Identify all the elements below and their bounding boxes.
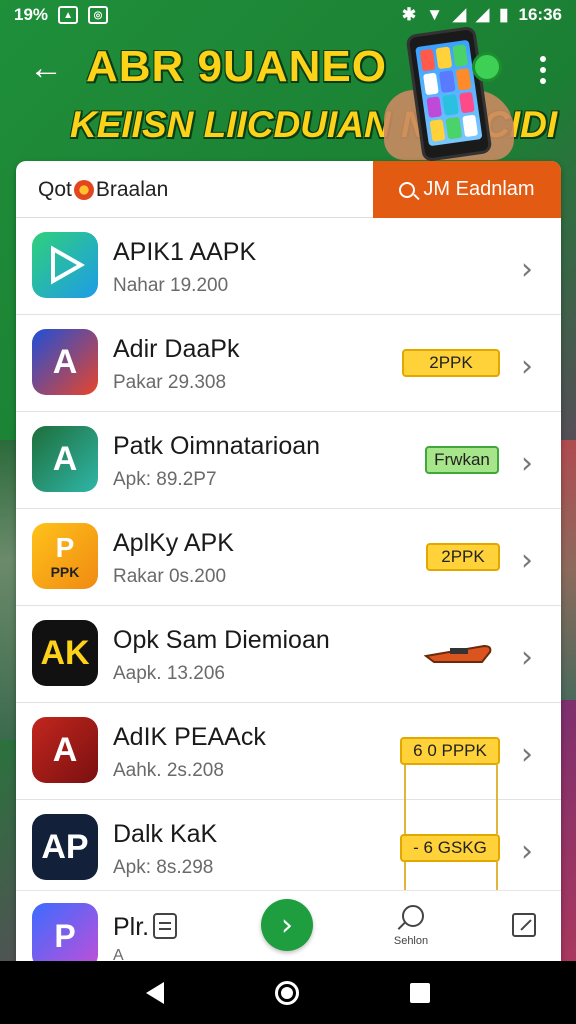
phone-illustration [384, 25, 534, 163]
wifi-icon: ▼ [426, 5, 443, 24]
brand-label: Braalan [95, 177, 169, 201]
status-left: 19% ▲ ◎ [14, 5, 109, 25]
chevron-right-icon: › [521, 543, 533, 578]
letters-ap-icon: AP [32, 814, 98, 880]
edit-icon[interactable] [512, 913, 536, 937]
status-badge: Frwkan [425, 446, 499, 474]
app-meta: Apk: 89.2P7 [113, 469, 217, 490]
connector-line [496, 800, 498, 834]
app-name: Patk Oimnatarioan [113, 432, 321, 460]
page-title: ABR 9UANEO [86, 42, 387, 91]
system-home-icon[interactable] [274, 980, 299, 1005]
battery-icon: ▮ [499, 5, 509, 24]
app-meta: Apk: 8s.298 [113, 857, 214, 878]
app-name: AdIK PEAAck [113, 723, 266, 751]
bottom-nav: P Plr. A › Sehlon [16, 890, 561, 961]
list-item[interactable]: A AdIK PEAAck Aahk. 2s.208 6 0 PPPK › [16, 703, 561, 800]
play-triangle-icon [32, 232, 98, 298]
battery-percent: 19% [14, 5, 49, 24]
chevron-right-icon: › [521, 252, 533, 287]
chevron-right-icon: › [521, 446, 533, 481]
list-item[interactable]: A Patk Oimnatarioan Apk: 89.2P7 Frwkan › [16, 412, 561, 509]
list-item[interactable]: P PPK AplKy APK Rakar 0s.200 2PPK › [16, 509, 561, 606]
list-item[interactable]: AP Dalk KaK Apk: 8s.298 - 6 GSKG › [16, 800, 561, 897]
search-icon [399, 181, 416, 198]
tab-brand[interactable]: Qot Braalan [16, 161, 373, 218]
status-badge: 6 0 PPPK [400, 737, 500, 765]
chevron-right-icon: › [281, 907, 293, 943]
system-back-icon[interactable] [145, 981, 164, 1004]
app-name: Dalk KaK [113, 820, 218, 848]
app-name: Adir DaaPk [113, 335, 240, 363]
app-meta: Aapk. 13.206 [113, 663, 225, 684]
chevron-right-icon: › [521, 737, 533, 772]
back-button[interactable]: ← [24, 46, 68, 90]
notification-icon: ▲ [58, 6, 79, 24]
signal-icon: ◢ [453, 5, 467, 24]
app-name: AplKy APK [113, 529, 234, 557]
connector-line [496, 765, 498, 800]
status-badge: 2PPK [402, 349, 500, 377]
search-icon [402, 905, 424, 927]
brand-prefix: Qot [38, 177, 72, 201]
app-list: APIK1 AAPK Nahar 19.200 › A Adir DaaPk P… [16, 218, 561, 897]
app-meta: Aahk. 2s.208 [113, 760, 224, 781]
search-tab-label: JM Eadnlam [423, 178, 535, 200]
search-nav-button[interactable]: Sehlon [386, 905, 436, 953]
next-button[interactable]: › [261, 899, 313, 951]
icon-caption: PPK [50, 564, 80, 580]
app-name: Opk Sam Diemioan [113, 626, 330, 654]
chevron-right-icon: › [521, 349, 533, 384]
letter-a-icon: A [32, 426, 98, 492]
letter-a-icon: A [32, 717, 98, 783]
document-icon[interactable] [153, 913, 177, 939]
list-item[interactable]: AK Opk Sam Diemioan Aapk. 13.206 › [16, 606, 561, 703]
chevron-right-icon: › [521, 834, 533, 869]
letter-a-icon: A [32, 329, 98, 395]
background-decoration-right [560, 440, 576, 700]
app-name: Plr. [113, 913, 150, 941]
app-name: APIK1 AAPK [113, 238, 257, 266]
arrow-left-icon: ← [29, 48, 63, 87]
bluetooth-icon: ✱ [401, 5, 417, 24]
connector-line [404, 765, 406, 800]
boat-icon [424, 644, 492, 663]
signal-icon-2: ◢ [476, 5, 490, 24]
status-right: ✱ ▼ ◢ ◢ ▮ 16:36 [402, 5, 562, 25]
system-navigation-bar [0, 961, 576, 1024]
chevron-right-icon: › [521, 640, 533, 675]
app-meta: Nahar 19.200 [113, 275, 229, 296]
search-nav-label: Sehlon [393, 935, 429, 947]
card-tabs: Qot Braalan JM Eadnlam [16, 161, 561, 218]
search-tab-button[interactable]: JM Eadnlam [373, 161, 561, 218]
brand-logo-icon [73, 179, 94, 200]
more-options-button[interactable] [528, 50, 558, 90]
app-notification-icon: ◎ [88, 6, 109, 24]
app-meta: Pakar 29.308 [113, 372, 227, 393]
system-recents-icon[interactable] [410, 982, 431, 1003]
list-item[interactable]: APIK1 AAPK Nahar 19.200 › [16, 218, 561, 315]
status-badge: - 6 GSKG [400, 834, 500, 862]
letter-p-icon[interactable]: P [32, 903, 98, 961]
app-meta: Rakar 0s.200 [113, 566, 227, 587]
app-list-card: Qot Braalan JM Eadnlam APIK1 AAPK Nahar … [16, 161, 561, 961]
letters-ak-icon: AK [32, 620, 98, 686]
chat-bubble-icon [472, 52, 502, 82]
status-badge: 2PPK [426, 543, 500, 571]
app-meta: A [113, 947, 124, 961]
clock: 16:36 [518, 5, 562, 24]
letter-p-icon: P PPK [32, 523, 98, 589]
list-item[interactable]: A Adir DaaPk Pakar 29.308 2PPK › [16, 315, 561, 412]
status-bar: 19% ▲ ◎ ✱ ▼ ◢ ◢ ▮ 16:36 [0, 0, 576, 30]
connector-line [404, 800, 406, 834]
